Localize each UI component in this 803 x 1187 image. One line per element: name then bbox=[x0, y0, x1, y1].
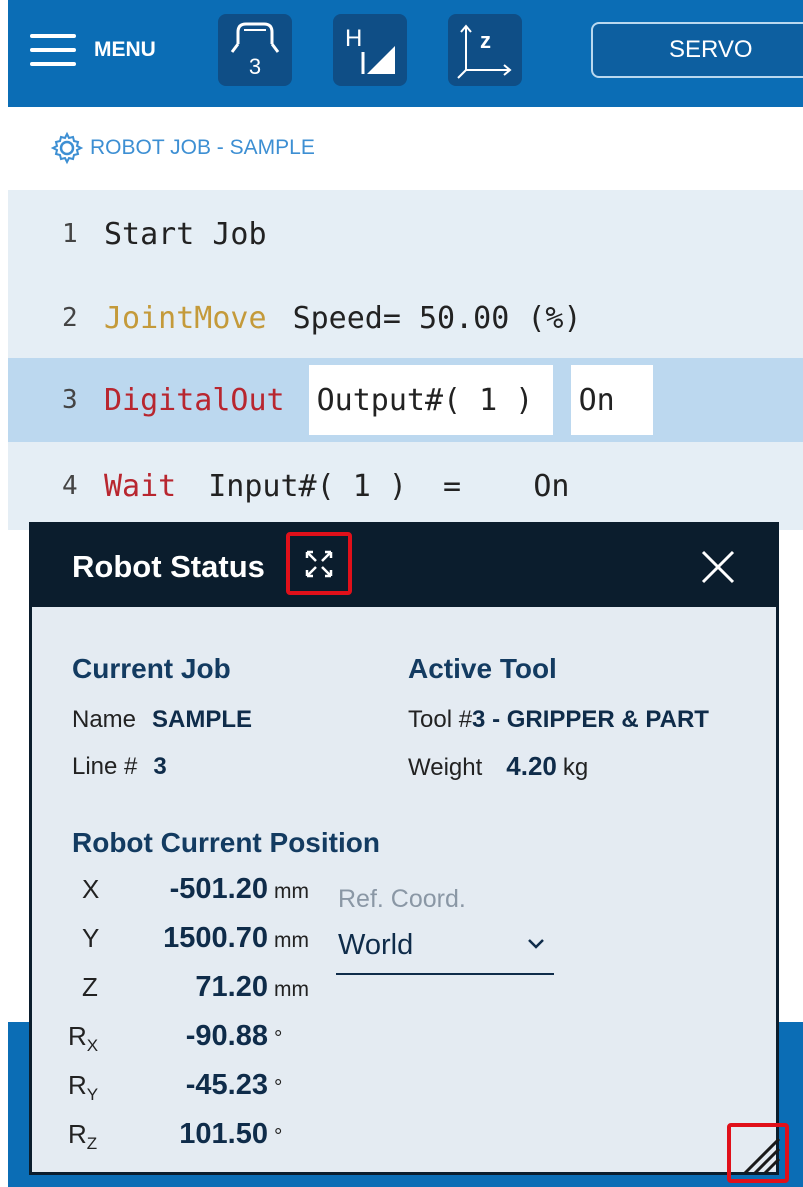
position-ry-row: RY -45.23 ° bbox=[68, 1069, 282, 1113]
job-name-row: Name SAMPLE bbox=[72, 706, 252, 734]
job-program: 1 Start Job 2 JointMove Speed= 50.00 (%)… bbox=[8, 190, 803, 530]
axis-label: RX bbox=[68, 1021, 99, 1056]
job-line-value: 3 bbox=[153, 753, 167, 780]
expand-icon bbox=[305, 550, 333, 578]
hamburger-icon bbox=[30, 30, 76, 70]
position-value: -90.88 bbox=[185, 1020, 268, 1052]
job-line[interactable]: 1 Start Job bbox=[8, 192, 803, 276]
speed-ramp-icon: H bbox=[345, 25, 395, 74]
expand-button[interactable] bbox=[286, 532, 352, 595]
job-keyword: JointMove bbox=[104, 300, 267, 336]
output-state-field[interactable]: On bbox=[570, 365, 653, 435]
chevron-down-icon bbox=[528, 939, 544, 949]
axis-label: RY bbox=[68, 1070, 99, 1105]
axis-label: X bbox=[82, 874, 100, 904]
current-job-heading: Current Job bbox=[72, 653, 231, 684]
svg-text:H: H bbox=[345, 25, 362, 52]
coordinate-frame-button[interactable]: z bbox=[448, 14, 522, 86]
position-rz-row: RZ 101.50 ° bbox=[68, 1118, 282, 1162]
position-unit: mm bbox=[274, 880, 309, 903]
position-value: 71.20 bbox=[195, 971, 268, 1003]
position-value: 101.50 bbox=[179, 1118, 268, 1150]
gear-icon bbox=[50, 131, 84, 165]
weight-label: Weight bbox=[408, 754, 483, 781]
line-number: 4 bbox=[62, 471, 78, 501]
svg-text:z: z bbox=[480, 28, 491, 53]
close-button[interactable] bbox=[700, 549, 736, 585]
top-toolbar: MENU 3 H z SERVO bbox=[8, 0, 803, 107]
panel-title: Robot Status bbox=[72, 549, 265, 584]
job-line-selected[interactable]: 3 DigitalOut Output#( 1 ) On bbox=[8, 358, 803, 442]
tool-select-button[interactable]: 3 bbox=[218, 14, 292, 86]
line-number: 3 bbox=[62, 385, 78, 415]
ref-coord-select[interactable]: World bbox=[336, 923, 554, 975]
panel-header: Robot Status bbox=[32, 525, 776, 607]
position-unit: ° bbox=[274, 1076, 283, 1099]
position-value: -45.23 bbox=[185, 1069, 268, 1101]
servo-button[interactable]: SERVO bbox=[591, 22, 803, 78]
weight-value: 4.20 bbox=[506, 751, 557, 781]
ref-coord-label: Ref. Coord. bbox=[338, 885, 466, 913]
position-unit: mm bbox=[274, 929, 309, 952]
job-keyword: DigitalOut bbox=[104, 382, 285, 418]
weight-row: Weight 4.20 kg bbox=[408, 751, 588, 782]
tool-row: Tool # 3 - GRIPPER & PART bbox=[408, 706, 709, 734]
menu-button[interactable]: MENU bbox=[30, 26, 156, 74]
menu-label: MENU bbox=[94, 38, 156, 61]
active-tool-heading: Active Tool bbox=[408, 653, 557, 684]
line-number: 2 bbox=[62, 303, 78, 333]
coordinate-axes-icon: z bbox=[457, 24, 512, 79]
job-name-value: SAMPLE bbox=[152, 706, 253, 733]
position-value: -501.20 bbox=[169, 873, 268, 905]
ref-coord-value: World bbox=[338, 929, 414, 961]
position-z-row: Z 71.20 mm bbox=[68, 971, 309, 1015]
resize-handle[interactable] bbox=[727, 1123, 789, 1183]
position-unit: ° bbox=[274, 1125, 283, 1148]
job-line[interactable]: 2 JointMove Speed= 50.00 (%) bbox=[8, 276, 803, 360]
axis-label: Z bbox=[82, 972, 98, 1002]
job-line-row: Line # 3 bbox=[72, 753, 167, 781]
axis-label: RZ bbox=[68, 1119, 98, 1154]
position-y-row: Y 1500.70 mm bbox=[68, 922, 309, 966]
axis-label: Y bbox=[82, 923, 100, 953]
job-line-label: Line # bbox=[72, 753, 138, 780]
position-unit: mm bbox=[274, 978, 309, 1001]
resize-grip-icon bbox=[743, 1137, 781, 1175]
weight-unit: kg bbox=[562, 754, 589, 781]
tool-value: 3 - GRIPPER & PART bbox=[472, 706, 709, 733]
job-command: Start Job bbox=[104, 216, 267, 252]
job-parameter: Speed= 50.00 (%) bbox=[292, 300, 582, 336]
position-unit: ° bbox=[274, 1027, 283, 1050]
job-name-label: Name bbox=[72, 706, 137, 733]
position-value: 1500.70 bbox=[163, 922, 268, 954]
tool-number: 3 bbox=[248, 54, 262, 79]
position-x-row: X -501.20 mm bbox=[68, 873, 309, 917]
breadcrumb-text: ROBOT JOB - SAMPLE bbox=[90, 136, 315, 159]
breadcrumb[interactable]: ROBOT JOB - SAMPLE bbox=[50, 130, 315, 166]
position-heading: Robot Current Position bbox=[72, 827, 380, 858]
home-speed-button[interactable]: H bbox=[333, 14, 407, 86]
robot-status-panel: Robot Status Current Job Name SAMPLE Lin… bbox=[29, 522, 789, 1183]
output-field[interactable]: Output#( 1 ) bbox=[308, 365, 553, 435]
job-line[interactable]: 4 Wait Input#( 1 ) = On bbox=[8, 444, 803, 528]
close-icon bbox=[701, 550, 735, 584]
position-rx-row: RX -90.88 ° bbox=[68, 1020, 282, 1064]
job-keyword: Wait bbox=[104, 468, 177, 504]
job-parameter: Input#( 1 ) = On bbox=[208, 468, 570, 504]
tool-label: Tool # bbox=[408, 706, 473, 733]
line-number: 1 bbox=[62, 219, 78, 249]
